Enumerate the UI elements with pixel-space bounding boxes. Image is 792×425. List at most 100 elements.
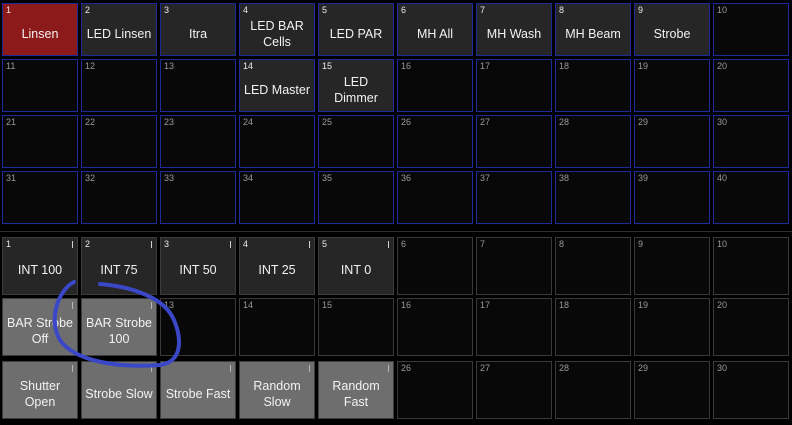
- cell-bar-strobe-off[interactable]: BAR Strobe Off: [2, 298, 78, 356]
- cell-int-0[interactable]: 5 INT 0: [318, 237, 394, 295]
- empty-cell[interactable]: 39: [634, 171, 710, 224]
- cell-label: [82, 116, 156, 167]
- empty-cell[interactable]: 23: [160, 115, 236, 168]
- cell-int-75[interactable]: 2 INT 75: [81, 237, 157, 295]
- empty-cell[interactable]: 27: [476, 361, 552, 419]
- cell-label: [398, 60, 472, 111]
- cell-label: MH Wash: [486, 26, 542, 41]
- cell-label: INT 0: [340, 263, 372, 277]
- cell-label: [319, 172, 393, 223]
- empty-cell[interactable]: 24: [239, 115, 315, 168]
- empty-cell[interactable]: 19: [634, 298, 710, 356]
- empty-cell[interactable]: 15: [318, 298, 394, 356]
- empty-cell[interactable]: 25: [318, 115, 394, 168]
- empty-cell[interactable]: 16: [397, 298, 473, 356]
- empty-cell[interactable]: 7: [476, 237, 552, 295]
- empty-cell[interactable]: 17: [476, 59, 552, 112]
- cell-strobe-slow[interactable]: Strobe Slow: [81, 361, 157, 419]
- cell-strobe-fast[interactable]: Strobe Fast: [160, 361, 236, 419]
- cell-shutter-open[interactable]: Shutter Open: [2, 361, 78, 419]
- cell-int-25[interactable]: 4 INT 25: [239, 237, 315, 295]
- cell-mh-all[interactable]: 6 MH All: [397, 3, 473, 56]
- cell-label: [477, 299, 551, 355]
- cell-mh-wash[interactable]: 7 MH Wash: [476, 3, 552, 56]
- empty-cell[interactable]: 27: [476, 115, 552, 168]
- cell-label: [82, 172, 156, 223]
- empty-cell[interactable]: 16: [397, 59, 473, 112]
- cell-label: LED Dimmer: [334, 74, 378, 105]
- cell-int-50[interactable]: 3 INT 50: [160, 237, 236, 295]
- cell-label: [240, 299, 314, 355]
- cell-label: MH Beam: [565, 26, 621, 41]
- cell-led-master[interactable]: 14 LED Master: [239, 59, 315, 112]
- cell-bar-strobe-100[interactable]: BAR Strobe 100: [81, 298, 157, 356]
- empty-cell[interactable]: 36: [397, 171, 473, 224]
- empty-cell[interactable]: 29: [634, 361, 710, 419]
- empty-cell[interactable]: 12: [81, 59, 157, 112]
- empty-cell[interactable]: 18: [555, 59, 631, 112]
- cell-label: [161, 116, 235, 167]
- cell-led-dimmer[interactable]: 15 LED Dimmer: [318, 59, 394, 112]
- cell-label: [714, 238, 788, 294]
- cell-strobe[interactable]: 9 Strobe: [634, 3, 710, 56]
- cell-label: [319, 299, 393, 355]
- empty-cell[interactable]: 31: [2, 171, 78, 224]
- empty-cell[interactable]: 22: [81, 115, 157, 168]
- empty-cell[interactable]: 17: [476, 298, 552, 356]
- cell-label: [161, 60, 235, 111]
- cell-int-100[interactable]: 1 INT 100: [2, 237, 78, 295]
- empty-cell[interactable]: 21: [2, 115, 78, 168]
- empty-cell[interactable]: 9: [634, 237, 710, 295]
- empty-cell[interactable]: 20: [713, 298, 789, 356]
- cell-label: Strobe Fast: [165, 387, 231, 401]
- empty-cell[interactable]: 6: [397, 237, 473, 295]
- empty-cell[interactable]: 13: [160, 298, 236, 356]
- cell-label: BAR Strobe 100: [85, 316, 152, 346]
- empty-cell[interactable]: 10: [713, 3, 789, 56]
- empty-cell[interactable]: 35: [318, 171, 394, 224]
- cell-linsen[interactable]: 1 Linsen: [2, 3, 78, 56]
- cell-led-bar-cells[interactable]: 4 LED BAR Cells: [239, 3, 315, 56]
- empty-cell[interactable]: 33: [160, 171, 236, 224]
- empty-cell[interactable]: 26: [397, 361, 473, 419]
- cell-label: LED Master: [244, 82, 310, 97]
- cell-mh-beam[interactable]: 8 MH Beam: [555, 3, 631, 56]
- cell-itra[interactable]: 3 Itra: [160, 3, 236, 56]
- empty-cell[interactable]: 28: [555, 115, 631, 168]
- cell-label: [714, 60, 788, 111]
- cell-label: INT 25: [258, 263, 296, 277]
- empty-cell[interactable]: 20: [713, 59, 789, 112]
- cell-led-par[interactable]: 5 LED PAR: [318, 3, 394, 56]
- empty-cell[interactable]: 10: [713, 237, 789, 295]
- section-divider: [0, 231, 792, 232]
- cell-random-slow[interactable]: Random Slow: [239, 361, 315, 419]
- empty-cell[interactable]: 38: [555, 171, 631, 224]
- cell-random-fast[interactable]: Random Fast: [318, 361, 394, 419]
- cell-label: [398, 172, 472, 223]
- empty-cell[interactable]: 18: [555, 298, 631, 356]
- empty-cell[interactable]: 14: [239, 298, 315, 356]
- cell-label: [714, 4, 788, 55]
- cell-label: [714, 299, 788, 355]
- cell-label: Linsen: [21, 26, 59, 41]
- empty-cell[interactable]: 40: [713, 171, 789, 224]
- empty-cell[interactable]: 28: [555, 361, 631, 419]
- empty-cell[interactable]: 26: [397, 115, 473, 168]
- empty-cell[interactable]: 11: [2, 59, 78, 112]
- empty-cell[interactable]: 32: [81, 171, 157, 224]
- cell-led-linsen[interactable]: 2 LED Linsen: [81, 3, 157, 56]
- cell-label: Itra: [188, 26, 208, 41]
- empty-cell[interactable]: 30: [713, 361, 789, 419]
- empty-cell[interactable]: 13: [160, 59, 236, 112]
- cell-label: LED Linsen: [86, 26, 152, 41]
- cell-label: [240, 172, 314, 223]
- empty-cell[interactable]: 34: [239, 171, 315, 224]
- empty-cell[interactable]: 30: [713, 115, 789, 168]
- empty-cell[interactable]: 29: [634, 115, 710, 168]
- empty-cell[interactable]: 8: [555, 237, 631, 295]
- cell-label: [398, 116, 472, 167]
- cell-label: [477, 116, 551, 167]
- empty-cell[interactable]: 37: [476, 171, 552, 224]
- empty-cell[interactable]: 19: [634, 59, 710, 112]
- cell-label: Strobe: [653, 26, 691, 41]
